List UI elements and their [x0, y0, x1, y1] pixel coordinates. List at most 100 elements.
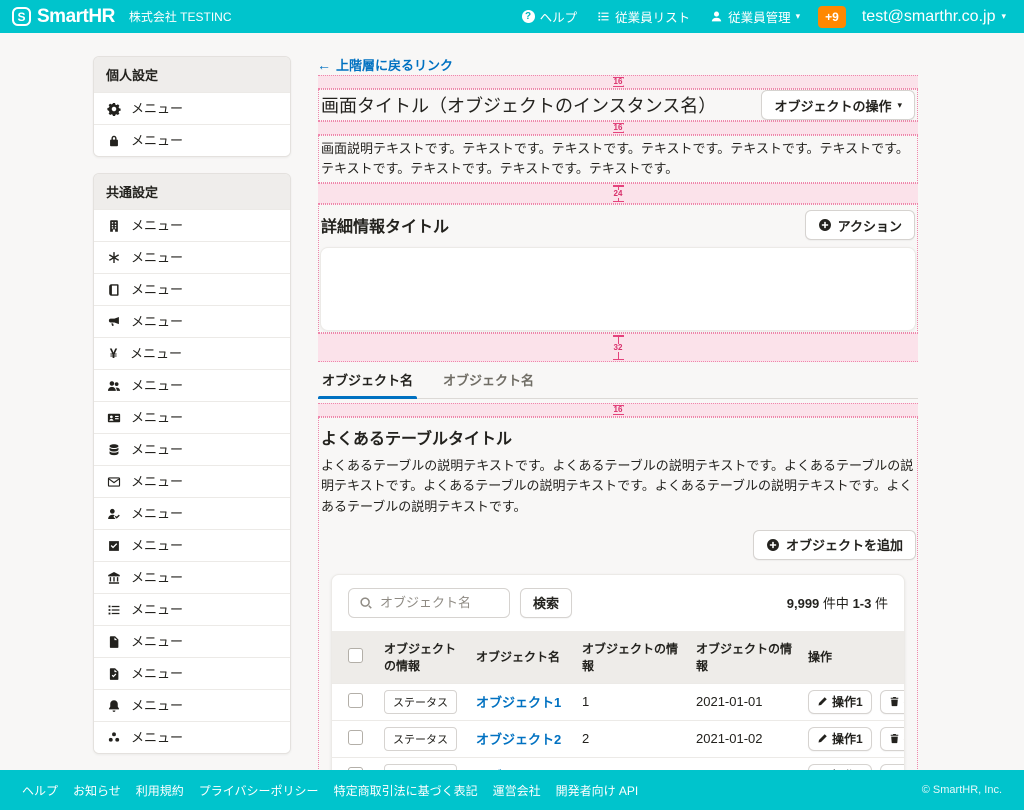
idcard-icon [106, 411, 122, 425]
sidebar-group: 共通設定メニューメニューメニューメニュー¥メニューメニューメニューメニューメニュ… [93, 173, 291, 754]
footer-link[interactable]: お知らせ [73, 782, 121, 799]
page-title: 画面タイトル（オブジェクトのインスタンス名） [321, 92, 716, 118]
tab-bar: オブジェクト名オブジェクト名 [318, 362, 918, 399]
mail-icon [106, 475, 122, 489]
notification-badge[interactable]: +9 [818, 6, 846, 28]
caret-down-icon: ▾ [796, 12, 801, 21]
row-delete-button[interactable]: 操作2 [880, 690, 905, 714]
sidebar-item[interactable]: メニュー [94, 529, 290, 561]
book-icon [106, 283, 122, 297]
object-link[interactable]: オブジェクト1 [476, 695, 561, 710]
edit-icon [817, 696, 828, 707]
result-count: 9,999 件中 1-3 件 [787, 593, 888, 612]
page-title-block: 画面タイトル（オブジェクトのインスタンス名） オブジェクトの操作 ▾ [318, 89, 918, 121]
tab-2[interactable]: オブジェクト名 [441, 368, 536, 398]
object-search-input[interactable] [380, 595, 499, 610]
row-edit-button[interactable]: 操作1 [808, 690, 872, 714]
detail-panel: 詳細情報タイトル アクション [318, 204, 918, 333]
object-link[interactable]: オブジェクト2 [476, 732, 561, 747]
account-menu[interactable]: test@smarthr.co.jp ▾ [862, 8, 1006, 26]
sidebar-item[interactable]: メニュー [94, 305, 290, 337]
trash-icon [889, 733, 900, 744]
spacing-annotation: 32 [318, 333, 918, 362]
sidebar-item[interactable]: メニュー [94, 497, 290, 529]
sidebar-item[interactable]: メニュー [94, 273, 290, 305]
user-check-icon [106, 507, 122, 521]
asterisk-icon [106, 251, 122, 265]
company-name: 株式会社 TESTINC [129, 8, 232, 25]
sidebar-item-label: メニュー [131, 101, 183, 116]
bank-icon [106, 571, 122, 585]
person-icon [710, 10, 723, 23]
sidebar-item-label: メニュー [131, 218, 183, 233]
smarthr-logo-text: SmartHR [37, 6, 115, 28]
sidebar-item[interactable]: メニュー [94, 721, 290, 753]
sidebar-item[interactable]: メニュー [94, 209, 290, 241]
footer-link[interactable]: プライバシーポリシー [199, 782, 319, 799]
tab-1[interactable]: オブジェクト名 [320, 368, 415, 398]
nav-item[interactable]: 従業員管理 ▾ [710, 7, 800, 26]
page-description: 画面説明テキストです。テキストです。テキストです。テキストです。テキストです。テ… [318, 135, 918, 183]
help-circle-icon: ? [522, 10, 535, 23]
table-row: ステータスオブジェクト112021-01-01操作1操作2 [332, 683, 904, 720]
sidebar-item[interactable]: メニュー [94, 593, 290, 625]
sidebar-item[interactable]: メニュー [94, 401, 290, 433]
sidebar-item-label: メニュー [131, 602, 183, 617]
copyright: © SmartHR, Inc. [922, 784, 1002, 796]
smarthr-logo[interactable]: S SmartHR [12, 6, 115, 28]
spacing-annotation: 16 [318, 121, 918, 135]
sidebar-item-label: メニュー [131, 133, 183, 148]
sidebar-item-label: メニュー [131, 570, 183, 585]
trash-icon [889, 696, 900, 707]
sidebar-item[interactable]: メニュー [94, 625, 290, 657]
object-actions-button[interactable]: オブジェクトの操作 ▾ [761, 90, 915, 120]
sidebar-item-label: メニュー [131, 250, 183, 265]
footer-link[interactable]: 運営会社 [493, 782, 541, 799]
sidebar-item[interactable]: メニュー [94, 465, 290, 497]
sidebar-item-label: メニュー [131, 634, 183, 649]
nav-item-label: 従業員管理 [728, 7, 791, 26]
sidebar-item-label: メニュー [131, 282, 183, 297]
row-checkbox[interactable] [348, 693, 363, 708]
row-delete-button[interactable]: 操作2 [880, 727, 905, 751]
row-edit-button[interactable]: 操作1 [808, 727, 872, 751]
sidebar-item[interactable]: メニュー [94, 561, 290, 593]
sidebar-group-title: 共通設定 [94, 174, 290, 209]
check-square-icon [106, 539, 122, 553]
detail-action-button[interactable]: アクション [805, 210, 915, 240]
nav-item[interactable]: ? ヘルプ [522, 7, 578, 26]
table-row: ステータスオブジェクト222021-01-02操作1操作2 [332, 720, 904, 757]
caret-down-icon: ▾ [1001, 12, 1006, 21]
spacing-annotation: 16 [318, 75, 918, 89]
footer-link[interactable]: 利用規約 [136, 782, 184, 799]
footer-link[interactable]: ヘルプ [22, 782, 58, 799]
sidebar-item[interactable]: メニュー [94, 689, 290, 721]
caret-down-icon: ▾ [897, 101, 902, 110]
nav-item[interactable]: 従業員リスト [597, 7, 690, 26]
nav-item-label: ヘルプ [540, 7, 578, 26]
sidebar-item[interactable]: メニュー [94, 657, 290, 689]
add-object-button[interactable]: オブジェクトを追加 [753, 530, 916, 560]
search-button[interactable]: 検索 [520, 588, 572, 618]
database-icon [106, 443, 122, 457]
sidebar-item-label: メニュー [131, 538, 183, 553]
row-checkbox[interactable] [348, 730, 363, 745]
back-to-parent-link[interactable]: ← 上階層に戻るリンク [318, 58, 453, 72]
table-section: よくあるテーブルタイトル よくあるテーブルの説明テキストです。よくあるテーブルの… [318, 417, 918, 810]
sidebar-item[interactable]: メニュー [94, 124, 290, 156]
footer-link[interactable]: 開発者向け API [556, 782, 639, 799]
sidebar-item[interactable]: ¥メニュー [94, 337, 290, 369]
search-field [348, 588, 510, 618]
app: S SmartHR 株式会社 TESTINC ?ヘルプ従業員リスト従業員管理▾ … [0, 0, 1024, 810]
sidebar-item[interactable]: メニュー [94, 433, 290, 465]
footer-link[interactable]: 特定商取引法に基づく表記 [334, 782, 478, 799]
search-icon [359, 596, 373, 610]
select-all-checkbox[interactable] [348, 648, 363, 663]
sidebar-item[interactable]: メニュー [94, 241, 290, 273]
detail-panel-title: 詳細情報タイトル [321, 213, 449, 237]
sidebar-item-label: メニュー [131, 474, 183, 489]
row-info-cell: 2 [574, 720, 688, 757]
sidebar-item[interactable]: メニュー [94, 369, 290, 401]
table-toolbar: 検索 9,999 件中 1-3 件 [332, 575, 904, 631]
sidebar-item[interactable]: メニュー [94, 92, 290, 124]
